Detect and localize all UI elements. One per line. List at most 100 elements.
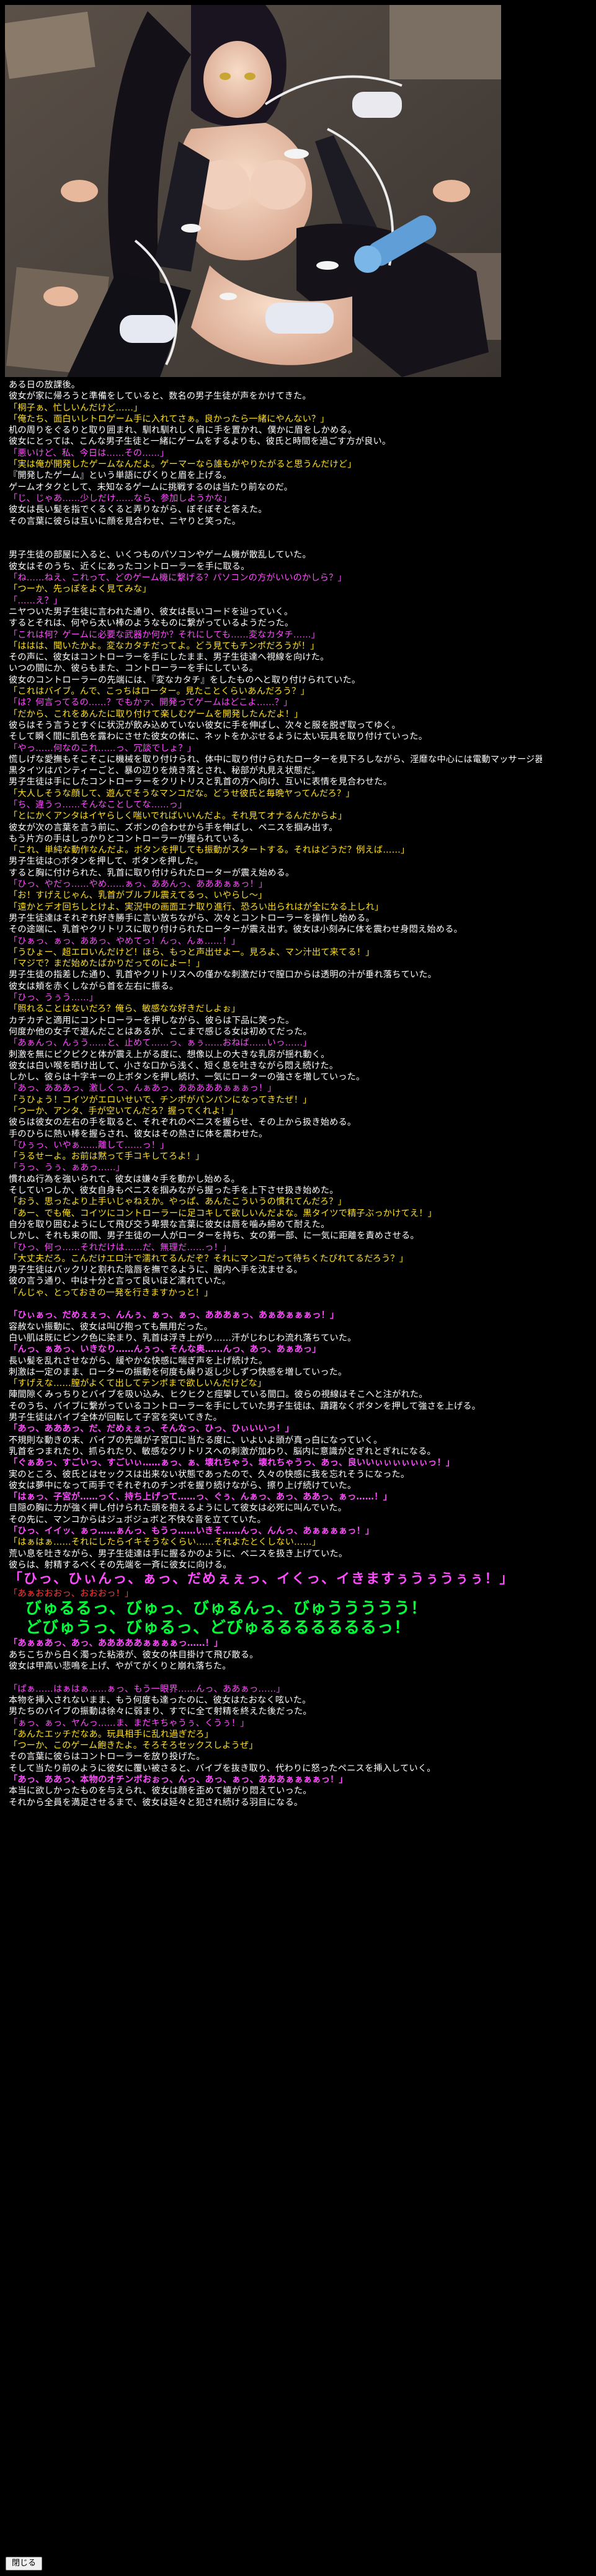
story-line: 彼らは彼女の左右の手を取ると、それぞれのペニスを握らせ、その上から扱き始める。 bbox=[9, 1117, 357, 1128]
story-line: 男子生徒は○ボタンを押して、ボタンを押した。 bbox=[9, 856, 203, 867]
story-line: 黒タイツはパンティーごと、暴の辺りを焼き落とされ、秘部が丸見え状態だ。 bbox=[9, 766, 321, 776]
story-line: 男子生徒達はそれぞれ好き勝手に言い放ちながら、次々とコントローラーを操作し始める… bbox=[9, 913, 375, 923]
story-line: 「マジで？まだ始めたばかりだってのによー！」 bbox=[9, 959, 205, 969]
story-line: すると胸に付けられた、乳首に取り付けられたローターが震え始める。 bbox=[9, 868, 295, 878]
story-line: 長い髪を乱れさせながら、緩やかな快感に喘ぎ声を上げ続けた。 bbox=[9, 1356, 268, 1366]
story-line: 「あんたエッチだなあ。玩具相手に乱れ過ぎだろ」 bbox=[9, 1729, 214, 1739]
story-line: その途端に、乳首やクリトリスに取り付けられたローターが震え出す。彼女は小刻みに体… bbox=[9, 925, 463, 935]
story-line: ゲームオタクとして、未知なるゲームに挑戦するのは当たり前なのだ。 bbox=[9, 482, 293, 492]
story-line: いつの間にか、彼らもまた、コントローラーを手にしている。 bbox=[9, 664, 259, 674]
story-line: ある日の放課後。 bbox=[9, 380, 81, 390]
story-line: 「ぱぁ……はぁはぁ……ぁっ、もう一眼界……んっ、ああぁっ……」 bbox=[9, 1684, 285, 1694]
story-line: 実のところ、彼氏とはセックスは出来ない状態であったので、久々の快感に我を忘れそう… bbox=[9, 1469, 410, 1480]
story-line: 「これはバイブ。んで、こっちはローター。見たことくらいあんだろう？」 bbox=[9, 686, 310, 697]
story-line: 彼らは、射精するべくその先端を一斉に彼女に向ける。 bbox=[9, 1560, 232, 1570]
story-line: 「これ、単純な動作なんだよ。ボタンを押しても振動がスタートする。それはどうだ？例… bbox=[9, 845, 410, 856]
story-line: 「ひぅっ、いやぁ……離して……っ！」 bbox=[9, 1140, 169, 1150]
story-line: 「んっ、ぁあっ、いきなり……んぅっ、そんな奥……んっ、あっ、あぁあっ」 bbox=[9, 1344, 321, 1355]
story-line: 「ひっ、やだっ……やめ……ぁっ、ああんっ、あああぁぁっ！」 bbox=[9, 879, 268, 890]
story-line: 「やっ……何なのこれ……っ、冗談でしょ？」 bbox=[9, 743, 197, 753]
story-line: 彼女が家に帰ろうと準備をしていると、数名の男子生徒が声をかけてきた。 bbox=[9, 391, 311, 402]
story-line: 「ひぁっ、ぁっ、ああっ、やめてっ！んっ、んぁ……！」 bbox=[9, 936, 241, 946]
story-line: 白い肌は既にピンク色に染まり、乳首は浮き上がり……汗がじわじわ流れ落ちていた。 bbox=[9, 1333, 357, 1343]
story-line: 「ははは、聞いたかよ。変なカタチだってよ。どう見てもチンポだろうが！」 bbox=[9, 641, 319, 651]
story-line: 陣間隙くみっちりとバイブを吸い込み、ヒクヒクと痙攣している間口。彼らの視線はそこ… bbox=[9, 1390, 428, 1400]
story-line: 「つーか、先っぽをよく見てみな」 bbox=[9, 584, 151, 595]
story-line: 彼女はそのうち、近くにあったコントローラーを手に取る。 bbox=[9, 561, 250, 572]
story-line: 「俺たち、面白いレトロゲーム手に入れてさぁ。良かったら一緒にやんない？」 bbox=[9, 414, 329, 424]
story-line: 「ひっ、うぅう……」 bbox=[9, 993, 98, 1003]
story-line: しかし、それも束の間、男子生徒の一人がローターを持ち、女の第一部、に一気に距離を… bbox=[9, 1231, 419, 1241]
story-line: 「つーか、アンタ、手が空いてんだろ？握ってくれよ！」 bbox=[9, 1106, 239, 1116]
story-line: 彼女は頬を赤くしながら首を左右に振る。 bbox=[9, 981, 179, 992]
story-line: 「あぁおおおっ、おおおっ！」 bbox=[9, 1589, 134, 1599]
story-line: 男子生徒の部屋に入ると、いくつものパソコンやゲーム機が散乱していた。 bbox=[9, 550, 311, 561]
story-line: 不規則な動きの末、バイブの先端が子宮口に当たる度に、いよいよ頭が真っ白になってい… bbox=[9, 1435, 383, 1446]
story-line: 刺激は一定のまま、ローターの振動を何度も繰り返し少しずつ快感を増していった。 bbox=[9, 1367, 347, 1377]
story-line: 彼女は白い喉を晒け出して、小さな口から浅く、短く息を吐きながら悶え続けた。 bbox=[9, 1060, 339, 1071]
story-line: 「おう、思ったより上手いじゃねえか。やっぱ、あんたこういうの慣れてんだろ？」 bbox=[9, 1197, 347, 1207]
story-line: 刺激を無にピクピクと体が震え上がる度に、想像以上の大きな乳房が揺れ動く。 bbox=[9, 1049, 330, 1060]
story-line: 手のひらに熱い棒を握らされ、彼女はその熱さに体を震わせた。 bbox=[9, 1129, 268, 1139]
story-line: 「ぁっ、ぁっ、ヤんっ……ま、まだキちゃうぅ、くうぅ！」 bbox=[9, 1718, 249, 1728]
close-button[interactable]: 閉じる bbox=[6, 2557, 43, 2570]
story-line: 「照れることはないだろ？俺ら、敏感なな好きだしよぉ」 bbox=[9, 1004, 241, 1015]
story-line: 「大丈夫だろ。こんだけエロ汁で濡れてるんだぞ？それにマンコだって待ちくたびれてる… bbox=[9, 1253, 409, 1264]
story-line: 何度か他の女子で遊んだことはあるが、ここまで感じる女は初めてだった。 bbox=[9, 1026, 312, 1037]
story-line: 「うひょー、超エロいんだけど！ほら、もっと声出せよー。見ろよ、マン汁出て来てる！… bbox=[9, 947, 375, 957]
story-line: 「あっ、あああっ、激しくっ、んぁあっ、あああああぁぁぁっ！」 bbox=[9, 1083, 277, 1094]
story-line: 男子生徒の指差した通り、乳首やクリトリスへの僅かな刺激だけで膣口からは透明の汁が… bbox=[9, 970, 437, 980]
story-line: そして瞬く間に肌色を露わにさせた彼女の体に、ネットをかぶせるように太い玩具を取り… bbox=[9, 732, 428, 742]
story-line: 容赦ない振動に、彼女は叫び抱っても無用だった。 bbox=[9, 1321, 213, 1332]
story-line: 「ね……ねえ、これって、どのゲーム機に繋げる？パソコンの方がいいのかしら？」 bbox=[9, 573, 347, 584]
story-line: 「悪いけど、私、今日は……その……」 bbox=[9, 448, 169, 458]
story-line: 「じ、じゃあ……少しだけ……なら、参加しようかな」 bbox=[9, 493, 232, 504]
story-line: 「ひっ、何っ……それだけは……だ、無理だ……っ！」 bbox=[9, 1242, 232, 1253]
story-line: 彼女のコントローラーの先端には、『変なカタチ』をしたものへと取り付けられていた。 bbox=[9, 675, 361, 685]
story-line: 「んじゃ、とっておきの一発を行きますかっと！」 bbox=[9, 1287, 213, 1298]
story-line: びゅるるっ、びゅっ、びゅるんっ、びゅううううう！ bbox=[9, 1599, 428, 1619]
story-line: 「桐子ぁ、忙しいんだけど……」 bbox=[9, 402, 143, 413]
story-line: 「……え？」 bbox=[9, 595, 63, 606]
story-illustration bbox=[5, 5, 501, 377]
story-line: 荒い息を吐きながら、男子生徒達は手に握るかのように、ペニスを扱き上げていた。 bbox=[9, 1548, 348, 1559]
story-line: 『開発したゲーム』という単語にぴくりと眉を上げる。 bbox=[9, 471, 232, 481]
story-line: 「あっ、ああっ、本物のオチンポおぉっ、んっ、あっ、ぁっ、あああぁぁぁぁっ！」 bbox=[9, 1775, 348, 1785]
story-line: 「すげえな……膣がよくて出してテンポまで欲しいんだけどな」 bbox=[9, 1379, 267, 1389]
story-line: 「お！すげえじゃん、乳首がブルブル震えてるっ、いやらし～」 bbox=[9, 890, 267, 901]
story-line: 「ひっ、ひぃんっ、ぁっ、だめぇぇっ、イくっ、イきますぅうぅうぅぅ！」 bbox=[9, 1571, 515, 1588]
story-line: 本当に欲しかったものを与えられ、彼女は顔を歪めて嬉がり悶えていった。 bbox=[9, 1786, 312, 1797]
story-line: 「あぁぁあっ、あっ、あああああぁぁぁぁっ……！」 bbox=[9, 1638, 223, 1649]
story-line: 「うひょう！コイツがエロいせいで、チンポがパンパンになってきたぜ！」 bbox=[9, 1095, 312, 1105]
story-line: するとそれは、何やら太い棒のようなものに繋がっているようだった。 bbox=[9, 618, 294, 629]
story-line: 彼女は甲高い悲鳴を上げ、やがてがくりと崩れ落ちた。 bbox=[9, 1661, 231, 1672]
story-line: その言葉に彼らは互いに顔を見合わせ、ニヤりと笑った。 bbox=[9, 516, 241, 526]
story-line: 「うるせーよ。お前は黙って手コキしてろよ！」 bbox=[9, 1152, 205, 1162]
story-line: 彼女は長い髪を指でくるくると弄りながら、ぼそぼそと答えた。 bbox=[9, 505, 267, 515]
story-line: 男子生徒はバックリと割れた陰唇を撫でるように、膣内へ手を沈ませる。 bbox=[9, 1265, 303, 1276]
story-line: 男子生徒はバイブ全体が回転して子宮を突いてきた。 bbox=[9, 1413, 223, 1423]
story-line: もう片方の手はしっかりとコントローラーが握られている。 bbox=[9, 833, 249, 844]
story-line: その言葉に彼らはコントローラーを放り投げた。 bbox=[9, 1752, 205, 1762]
story-line: 「はぁはぁ……それにしたらイキそうなくらい……それよたとくしない……」 bbox=[9, 1537, 321, 1548]
story-line: 男たちのバイブの振動は徐々に弱まり、すでに全て射精を終えた後だった。 bbox=[9, 1707, 312, 1717]
story-line: 慌しげな愛撫もそこそこに機械を取り付けられ、体中に取り付けられたローターを見下ろ… bbox=[9, 754, 542, 765]
story-line: どびゅうっ、びゅるっ、どぴゅるるるるるるるっ！ bbox=[9, 1619, 411, 1638]
story-line: 「大人しそうな顔して、遊んでそうなマンコだな。どうせ彼氏と毎晩ヤってんだろ？」 bbox=[9, 788, 355, 799]
story-line: 「ぐぁあっ、すごいっ、すごいぃ……ぁっ、ぁ、壊れちゃう、壊れちゃうっ、あっ、良い… bbox=[9, 1458, 455, 1468]
story-line: 「とにかくアンタはイヤらしく喘いでればいいんだよ。それ見てオナるんだからよ」 bbox=[9, 811, 347, 822]
story-line: 「ひぃぁっ、だめぇぇっ、んんぅ、ぁっ、ぁっ、あああぁっ、あぁあぁぁぁっ！」 bbox=[9, 1310, 339, 1321]
story-line: 彼らはそう言うとすぐに状況が飲み込めていない彼女に手を伸ばし、次々と服を脱ぎ取っ… bbox=[9, 720, 401, 731]
story-text: ある日の放課後。 彼女が家に帰ろうと準備をしていると、数名の男子生徒が声をかけてき… bbox=[9, 380, 542, 1808]
story-line: 自分を取り囲むようにして飛び交う卑猥な言葉に彼女は唇を噛み締めて耐えた。 bbox=[9, 1219, 330, 1230]
story-line: 慣れぬ行為を強いられて、彼女は嫌々手を動かし始める。 bbox=[9, 1174, 240, 1184]
story-line: 「つーか、このゲーム飽きたよ。そろそろセックスしようぜ」 bbox=[9, 1741, 258, 1751]
story-line: それから全員を満足させるまで、彼女は延々と犯され続ける羽目になる。 bbox=[9, 1797, 303, 1808]
story-line: 「実は俺が開発したゲームなんだよ。ゲーマーなら誰もがやりたがると思うんだけど」 bbox=[9, 460, 357, 470]
story-line: 「は？何言ってるの……？でもかァ、開発ってゲームはどこよ……？」 bbox=[9, 698, 293, 708]
story-line: 彼女にとっては、こんな男子生徒と一緒にゲームをするよりも、彼氏と時間を過ごす方が… bbox=[9, 437, 391, 447]
